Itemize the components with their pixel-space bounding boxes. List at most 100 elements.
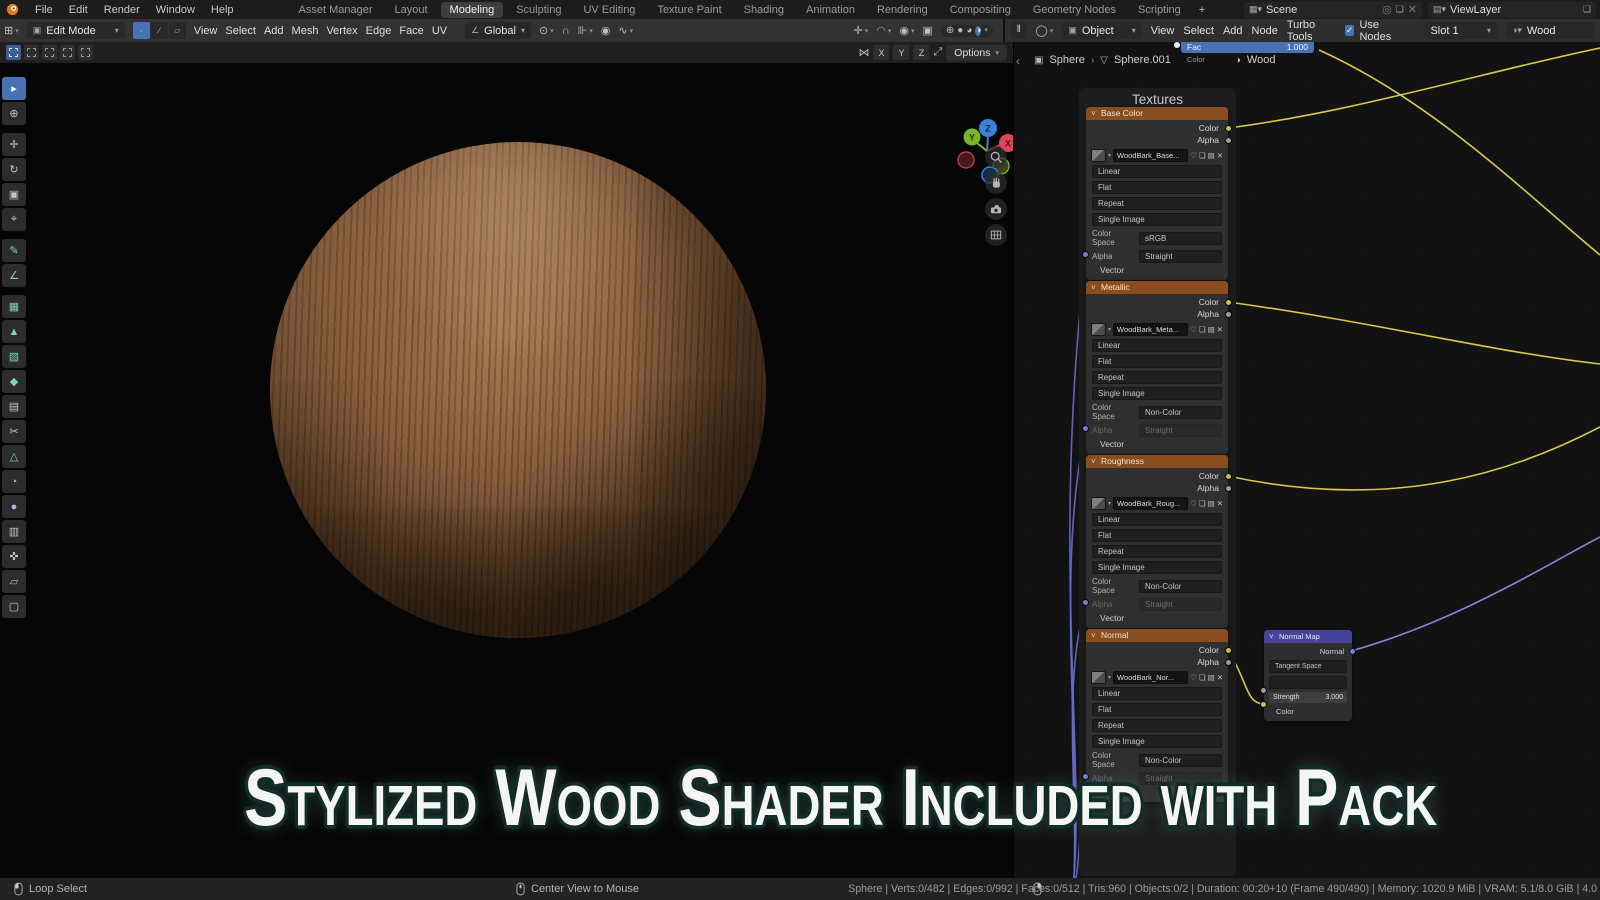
vector-input-socket[interactable] bbox=[1082, 773, 1089, 780]
pause-icon[interactable]: ‖ bbox=[1010, 22, 1027, 39]
menu-help[interactable]: Help bbox=[203, 4, 242, 16]
interpolation-dropdown[interactable]: Linear bbox=[1092, 339, 1222, 352]
mirror-x-button[interactable]: X bbox=[873, 45, 890, 60]
orientation-dropdown[interactable]: ∠ Global ▾ bbox=[465, 22, 531, 39]
tool-measure[interactable]: ∠ bbox=[2, 264, 26, 287]
unpack-icon[interactable]: ▤ bbox=[1208, 673, 1215, 682]
material-shading-icon[interactable]: ◕ bbox=[966, 25, 972, 36]
alpha-mode-dropdown[interactable]: Straight bbox=[1139, 598, 1222, 611]
tab-shading[interactable]: Shading bbox=[735, 2, 793, 18]
image-thumbnail-icon[interactable] bbox=[1091, 671, 1106, 684]
tool-spin[interactable]: ◔ bbox=[2, 470, 26, 493]
interpolation-dropdown[interactable]: Linear bbox=[1092, 687, 1222, 700]
shader-type-dropdown[interactable]: ▣ Object ▾ bbox=[1062, 22, 1142, 39]
select-box-icon[interactable] bbox=[24, 45, 39, 60]
tab-animation[interactable]: Animation bbox=[797, 2, 864, 18]
new-image-icon[interactable]: ❏ bbox=[1199, 151, 1206, 160]
shading-dropdown-icon[interactable]: ▾ bbox=[984, 27, 988, 34]
space-dropdown[interactable]: Tangent Space bbox=[1269, 660, 1347, 673]
tool-cursor[interactable]: ⊕ bbox=[2, 102, 26, 125]
strength-input-socket[interactable] bbox=[1260, 687, 1267, 694]
tab-rendering[interactable]: Rendering bbox=[868, 2, 937, 18]
new-image-icon[interactable]: ❏ bbox=[1199, 673, 1206, 682]
unpack-icon[interactable]: ▤ bbox=[1208, 325, 1215, 334]
mirror-z-button[interactable]: Z bbox=[913, 45, 930, 60]
color-space-dropdown[interactable]: sRGB bbox=[1139, 231, 1222, 245]
tool-poly-build[interactable]: △ bbox=[2, 445, 26, 468]
image-texture-node-base-color[interactable]: Base Color Color Alpha ▾ WoodBark_Base..… bbox=[1082, 107, 1232, 280]
falloff-icon[interactable]: ∿ ▾ bbox=[618, 24, 633, 37]
overlays-icon[interactable]: ◉ ▾ bbox=[899, 24, 914, 37]
image-thumbnail-icon[interactable] bbox=[1091, 497, 1106, 510]
image-browse-icon[interactable]: ▾ bbox=[1108, 326, 1111, 333]
alpha-output-socket[interactable] bbox=[1225, 659, 1232, 666]
new-scene-icon[interactable]: ❏ bbox=[1396, 4, 1404, 15]
edge-select-icon[interactable]: ∕ bbox=[150, 22, 168, 39]
color-output-socket[interactable] bbox=[1225, 125, 1232, 132]
tool-annotate[interactable]: ✎ bbox=[2, 239, 26, 262]
shader-node-editor[interactable]: ‹ ▣ Sphere › ▽ Sphere.001 ◑ Wood Fac 1.0… bbox=[1014, 42, 1600, 878]
menu-window[interactable]: Window bbox=[148, 4, 203, 16]
unlink-icon[interactable]: ✕ bbox=[1217, 673, 1223, 682]
color-space-dropdown[interactable]: Non-Color bbox=[1139, 405, 1222, 419]
node-header[interactable]: Normal bbox=[1086, 629, 1228, 642]
node-header[interactable]: Normal Map bbox=[1264, 630, 1352, 643]
color-space-dropdown[interactable]: Non-Color bbox=[1139, 579, 1222, 593]
wood-sphere-object[interactable] bbox=[270, 142, 766, 638]
vector-input-socket[interactable] bbox=[1082, 425, 1089, 432]
tab-uv-editing[interactable]: UV Editing bbox=[574, 2, 644, 18]
snap-falloff-icon[interactable]: ⤢ bbox=[933, 46, 942, 59]
tab-scripting[interactable]: Scripting bbox=[1129, 2, 1190, 18]
pivot-point-icon[interactable]: ⊙ ▾ bbox=[539, 24, 554, 37]
normal-map-node[interactable]: Normal Map Normal Tangent Space Strength… bbox=[1260, 630, 1356, 721]
mirror-y-button[interactable]: Y bbox=[893, 45, 910, 60]
tool-rip-region[interactable]: ▢ bbox=[2, 595, 26, 618]
sidebar-collapse-icon[interactable]: ‹ bbox=[1016, 54, 1020, 68]
new-image-icon[interactable]: ❏ bbox=[1199, 499, 1206, 508]
source-dropdown[interactable]: Single Image bbox=[1092, 561, 1222, 574]
image-name-field[interactable]: WoodBark_Nor... bbox=[1113, 671, 1189, 684]
source-dropdown[interactable]: Single Image bbox=[1092, 387, 1222, 400]
menu-face[interactable]: Face bbox=[399, 25, 423, 37]
menu-mesh[interactable]: Mesh bbox=[292, 25, 319, 37]
unpack-icon[interactable]: ▤ bbox=[1208, 151, 1215, 160]
pin-icon[interactable]: ◎ bbox=[1382, 3, 1392, 16]
color-output-socket[interactable] bbox=[1225, 647, 1232, 654]
delete-scene-icon[interactable]: ✕ bbox=[1408, 3, 1417, 16]
snap-target-icon[interactable]: ⊪ ▾ bbox=[578, 24, 593, 37]
menu-add[interactable]: Add bbox=[264, 25, 284, 37]
fac-node-fragment[interactable]: Fac 1.000 Color bbox=[1174, 42, 1314, 64]
vertex-select-icon[interactable]: ∙ bbox=[132, 22, 150, 39]
color-output-socket[interactable] bbox=[1225, 299, 1232, 306]
tool-smooth[interactable]: ● bbox=[2, 495, 26, 518]
tool-rotate[interactable]: ↻ bbox=[2, 158, 26, 181]
image-browse-icon[interactable]: ▾ bbox=[1108, 152, 1111, 159]
fake-user-icon[interactable]: ♡ bbox=[1190, 499, 1197, 508]
fake-user-icon[interactable]: ♡ bbox=[1190, 151, 1197, 160]
viewport-3d[interactable]: ⋈ X Y Z ⤢ Options ▾ ▸ ⊕ ✛ ↻ ▣ ⌖ ✎ ∠ ▦ ▲ … bbox=[0, 42, 1013, 878]
new-viewlayer-icon[interactable]: ❏ bbox=[1583, 4, 1591, 15]
source-dropdown[interactable]: Single Image bbox=[1092, 735, 1222, 748]
tab-layout[interactable]: Layout bbox=[386, 2, 437, 18]
mode-dropdown[interactable]: ▣ Edit Mode ▾ bbox=[26, 22, 125, 39]
vector-input-socket[interactable] bbox=[1082, 251, 1089, 258]
image-name-field[interactable]: WoodBark_Meta... bbox=[1113, 323, 1189, 336]
image-texture-node-normal[interactable]: Normal Color Alpha ▾ WoodBark_Nor... ♡❏▤… bbox=[1082, 629, 1232, 802]
select-lasso-icon[interactable] bbox=[60, 45, 75, 60]
projection-dropdown[interactable]: Flat bbox=[1092, 355, 1222, 368]
vector-input-socket[interactable] bbox=[1082, 599, 1089, 606]
tab-geometry-nodes[interactable]: Geometry Nodes bbox=[1024, 2, 1125, 18]
zoom-view-button[interactable] bbox=[985, 146, 1007, 168]
show-gizmo-icon[interactable]: ✛ ▾ bbox=[854, 24, 869, 37]
tool-scale[interactable]: ▣ bbox=[2, 183, 26, 206]
menu-view[interactable]: View bbox=[194, 25, 218, 37]
menu-vertex[interactable]: Vertex bbox=[326, 25, 357, 37]
menu-edit[interactable]: Edit bbox=[61, 4, 96, 16]
node-header[interactable]: Base Color bbox=[1086, 107, 1228, 120]
uv-map-field[interactable] bbox=[1269, 676, 1347, 689]
color-input-socket[interactable] bbox=[1260, 701, 1267, 708]
extension-dropdown[interactable]: Repeat bbox=[1092, 545, 1222, 558]
menu-render[interactable]: Render bbox=[96, 4, 148, 16]
tab-compositing[interactable]: Compositing bbox=[941, 2, 1020, 18]
tool-add-cube[interactable]: ▦ bbox=[2, 295, 26, 318]
